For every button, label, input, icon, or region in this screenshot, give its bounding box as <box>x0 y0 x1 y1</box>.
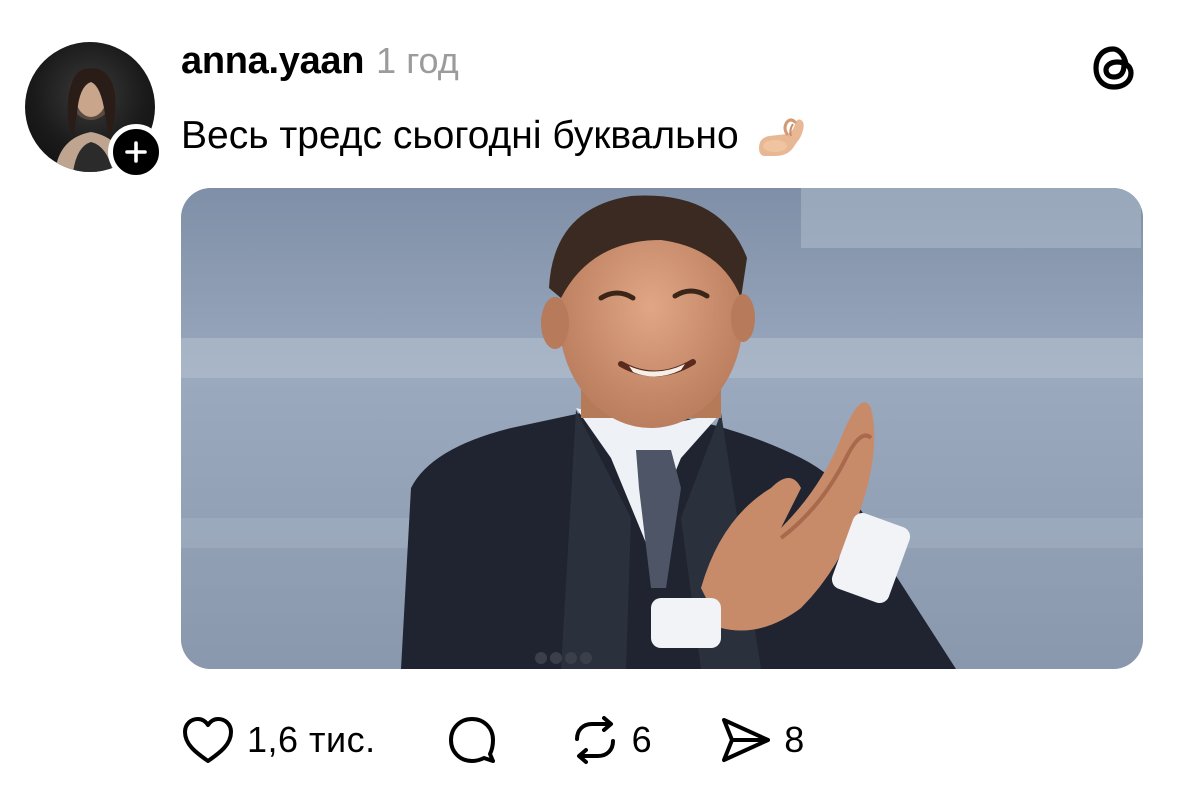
avatar-container[interactable] <box>25 42 164 180</box>
post-image[interactable] <box>181 188 1143 669</box>
threads-post: anna.yaan 1 год Весь тредс сьогодні букв… <box>0 0 1179 807</box>
plus-icon <box>125 141 147 163</box>
like-count: 1,6 тис. <box>247 719 376 760</box>
threads-logo-icon[interactable] <box>1088 42 1140 94</box>
repost-button[interactable]: 6 <box>570 715 653 765</box>
action-bar: 1,6 тис. 6 8 <box>181 712 805 768</box>
reply-button[interactable] <box>446 714 498 766</box>
repost-count: 6 <box>631 719 653 760</box>
username-link[interactable]: anna.yaan <box>181 40 364 83</box>
post-timestamp: 1 год <box>376 40 459 81</box>
post-caption: Весь тредс сьогодні буквально <box>181 108 809 164</box>
pinching-hand-emoji <box>758 118 804 156</box>
comment-bubble-icon <box>448 717 495 763</box>
post-header: anna.yaan 1 год <box>181 40 459 86</box>
share-count: 8 <box>784 719 805 760</box>
caption-text: Весь тредс сьогодні буквально <box>181 114 739 157</box>
heart-icon <box>183 717 233 763</box>
like-button[interactable]: 1,6 тис. <box>181 715 376 765</box>
post-photo <box>181 188 1143 669</box>
send-icon <box>722 718 771 762</box>
follow-button[interactable] <box>108 124 164 180</box>
repost-icon <box>574 716 615 764</box>
share-button[interactable]: 8 <box>720 715 805 765</box>
